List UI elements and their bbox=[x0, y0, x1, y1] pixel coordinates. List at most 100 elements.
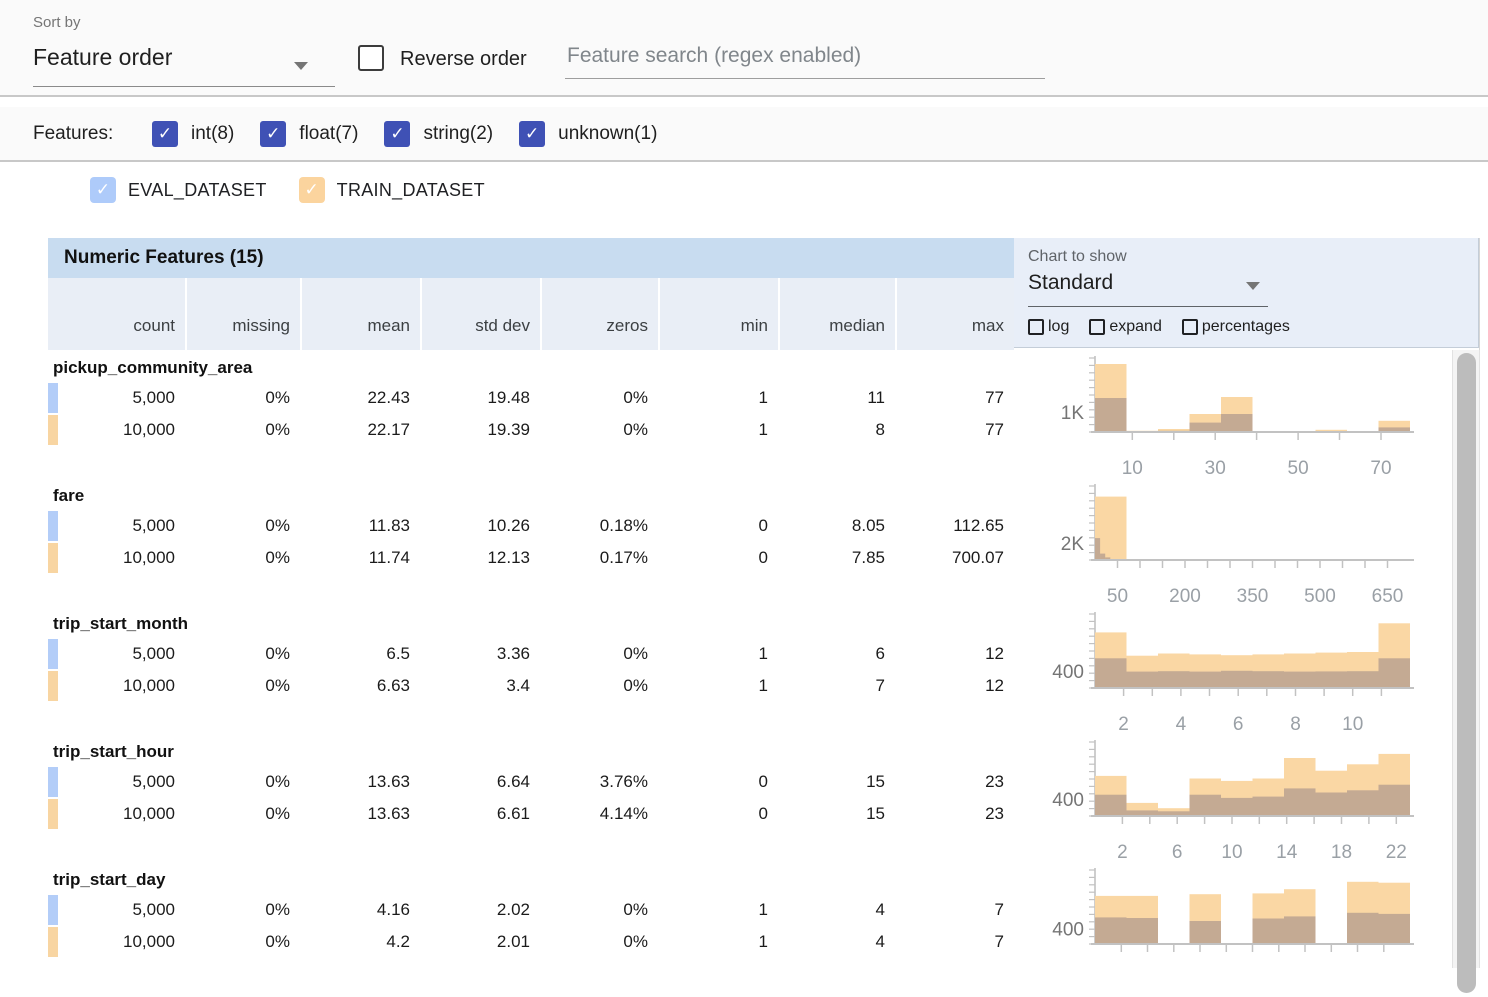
stat-value: 7.85 bbox=[778, 548, 895, 568]
reverse-order-checkbox[interactable] bbox=[358, 45, 384, 71]
checkbox-checked-icon[interactable]: ✓ bbox=[299, 177, 325, 203]
x-tick-label: 2 bbox=[1118, 714, 1129, 735]
stat-value: 2.01 bbox=[420, 932, 540, 952]
stat-value: 6.5 bbox=[300, 644, 420, 664]
x-tick-label: 350 bbox=[1237, 586, 1269, 607]
histogram-bar bbox=[1316, 793, 1348, 817]
chart-option[interactable]: expand bbox=[1089, 318, 1162, 336]
feature-type-filter[interactable]: ✓ unknown(1) bbox=[519, 121, 657, 147]
stat-value: 0% bbox=[185, 900, 300, 920]
checkbox-checked-icon[interactable]: ✓ bbox=[260, 121, 286, 147]
stat-value: 2.02 bbox=[420, 900, 540, 920]
histogram-bar bbox=[1190, 672, 1222, 688]
stat-value: 0% bbox=[540, 932, 658, 952]
chart-option-label: expand bbox=[1109, 318, 1162, 336]
histogram-bar bbox=[1095, 658, 1127, 688]
checkbox-checked-icon[interactable]: ✓ bbox=[384, 121, 410, 147]
histogram-bar bbox=[1284, 788, 1316, 816]
x-tick-label: 22 bbox=[1386, 842, 1407, 863]
sort-order-select[interactable]: Feature order bbox=[33, 44, 172, 71]
chart-option[interactable]: log bbox=[1028, 318, 1069, 336]
feature-histogram: 2610141822400 bbox=[1014, 736, 1480, 864]
stat-row: 5,0000%22.4319.480%11177 bbox=[48, 382, 1014, 414]
feature-group: trip_start_hour 5,0000%13.636.643.76%015… bbox=[48, 736, 1014, 864]
chart-option[interactable]: percentages bbox=[1182, 318, 1290, 336]
stat-value: 0% bbox=[540, 644, 658, 664]
table-column-headers: countmissingmeanstd devzerosminmedianmax bbox=[48, 278, 1014, 350]
x-tick-label: 2 bbox=[1117, 842, 1128, 863]
stat-value: 1 bbox=[658, 388, 778, 408]
dataset-color-chip bbox=[48, 543, 58, 573]
stat-value: 5,000 bbox=[48, 772, 185, 792]
checkbox-unchecked-icon[interactable] bbox=[1028, 319, 1044, 335]
column-header: min bbox=[658, 278, 778, 350]
feature-type-filter[interactable]: ✓ string(2) bbox=[384, 121, 493, 147]
x-tick-label: 4 bbox=[1176, 714, 1187, 735]
feature-search-input[interactable] bbox=[565, 40, 1045, 79]
feature-group: fare 5,0000%11.8310.260.18%08.05112.65 1… bbox=[48, 480, 1014, 608]
histogram-bar bbox=[1347, 671, 1379, 688]
stat-value: 1 bbox=[658, 420, 778, 440]
feature-name: trip_start_month bbox=[48, 608, 1014, 638]
column-header: missing bbox=[185, 278, 300, 350]
histogram-bar bbox=[1095, 538, 1100, 560]
feature-type-label: string(2) bbox=[423, 123, 493, 145]
stat-value: 12 bbox=[895, 644, 1014, 664]
stat-value: 5,000 bbox=[48, 516, 185, 536]
stat-row: 10,0000%6.633.40%1712 bbox=[48, 670, 1014, 702]
stat-value: 1 bbox=[658, 644, 778, 664]
dataset-toggle[interactable]: ✓ EVAL_DATASET bbox=[90, 177, 267, 203]
histogram: 246810400 bbox=[1014, 608, 1480, 736]
checkbox-unchecked-icon[interactable] bbox=[1182, 319, 1198, 335]
checkbox-checked-icon[interactable]: ✓ bbox=[90, 177, 116, 203]
feature-type-filter[interactable]: ✓ float(7) bbox=[260, 121, 358, 147]
x-tick-label: 18 bbox=[1331, 842, 1352, 863]
feature-type-filter-row: Features: ✓ int(8) ✓ float(7) ✓ string(2… bbox=[0, 107, 1488, 162]
chevron-down-icon[interactable] bbox=[294, 62, 308, 70]
stat-value: 15 bbox=[778, 804, 895, 824]
stat-value: 12.13 bbox=[420, 548, 540, 568]
chart-option-checkboxes: log expand percentages bbox=[1028, 318, 1310, 336]
dataset-color-chip bbox=[48, 671, 58, 701]
checkbox-checked-icon[interactable]: ✓ bbox=[152, 121, 178, 147]
checkbox-checked-icon[interactable]: ✓ bbox=[519, 121, 545, 147]
stat-row: 10,0000%4.22.010%147 bbox=[48, 926, 1014, 958]
histogram-bar bbox=[1379, 785, 1411, 816]
x-tick-label: 10 bbox=[1342, 714, 1363, 735]
feature-name: trip_start_day bbox=[48, 864, 1014, 894]
histogram-bar bbox=[1316, 671, 1348, 688]
histogram-bar bbox=[1095, 917, 1127, 944]
dataset-color-chip bbox=[48, 383, 58, 413]
x-tick-label: 30 bbox=[1205, 458, 1226, 479]
stat-value: 0% bbox=[185, 676, 300, 696]
vertical-scrollbar[interactable] bbox=[1452, 350, 1480, 968]
stat-value: 3.4 bbox=[420, 676, 540, 696]
chart-option-label: log bbox=[1048, 318, 1069, 336]
histogram-bar bbox=[1253, 919, 1285, 945]
histogram-bar bbox=[1127, 672, 1159, 688]
histogram-bar bbox=[1158, 671, 1190, 688]
dataset-toggle[interactable]: ✓ TRAIN_DATASET bbox=[299, 177, 485, 203]
column-header: mean bbox=[300, 278, 420, 350]
histogram: 502003505006502K bbox=[1014, 480, 1480, 608]
feature-type-filters: ✓ int(8) ✓ float(7) ✓ string(2) ✓ unknow… bbox=[152, 121, 683, 147]
histogram-bar bbox=[1221, 414, 1253, 432]
chart-type-select[interactable]: Standard bbox=[1028, 271, 1113, 295]
feature-histogram: 502003505006502K bbox=[1014, 480, 1480, 608]
stat-row: 5,0000%4.162.020%147 bbox=[48, 894, 1014, 926]
chevron-down-icon[interactable] bbox=[1246, 282, 1260, 290]
stat-value: 112.65 bbox=[895, 516, 1014, 536]
dataset-label: TRAIN_DATASET bbox=[337, 180, 485, 201]
feature-type-filter[interactable]: ✓ int(8) bbox=[152, 121, 234, 147]
stat-value: 0% bbox=[540, 420, 658, 440]
feature-type-label: unknown(1) bbox=[558, 123, 657, 145]
scrollbar-thumb[interactable] bbox=[1457, 353, 1476, 993]
stat-value: 7 bbox=[895, 900, 1014, 920]
dataset-color-chip bbox=[48, 415, 58, 445]
x-tick-label: 200 bbox=[1169, 586, 1201, 607]
histogram-bar bbox=[1347, 790, 1379, 816]
stat-value: 19.39 bbox=[420, 420, 540, 440]
stat-value: 8 bbox=[778, 420, 895, 440]
stat-value: 0% bbox=[185, 932, 300, 952]
checkbox-unchecked-icon[interactable] bbox=[1089, 319, 1105, 335]
